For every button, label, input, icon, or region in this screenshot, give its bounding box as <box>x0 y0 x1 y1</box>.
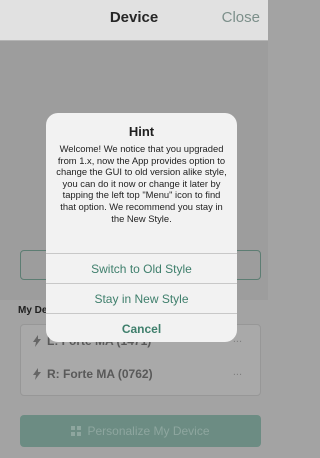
device-name: R: Forte MA (0762) <box>47 367 153 381</box>
close-button[interactable]: Close <box>222 9 260 26</box>
personalize-button[interactable]: Personalize My Device <box>20 415 261 447</box>
more-icon[interactable]: ... <box>233 366 242 378</box>
switch-old-style-button[interactable]: Switch to Old Style <box>46 253 237 283</box>
stay-new-style-button[interactable]: Stay in New Style <box>46 283 237 313</box>
hint-dialog: Hint Welcome! We notice that you upgrade… <box>46 113 237 342</box>
bolt-icon <box>33 368 41 380</box>
cancel-button[interactable]: Cancel <box>46 313 237 342</box>
dialog-title: Hint <box>128 124 155 139</box>
personalize-label: Personalize My Device <box>87 424 210 438</box>
navigation-header: Device Close <box>0 0 268 41</box>
my-devices-label: My De <box>18 305 48 316</box>
device-row-right[interactable]: R: Forte MA (0762) <box>33 367 153 381</box>
personalize-icon <box>71 426 82 436</box>
dialog-message: Welcome! We notice that you upgraded fro… <box>56 143 227 224</box>
bolt-icon <box>33 335 41 347</box>
